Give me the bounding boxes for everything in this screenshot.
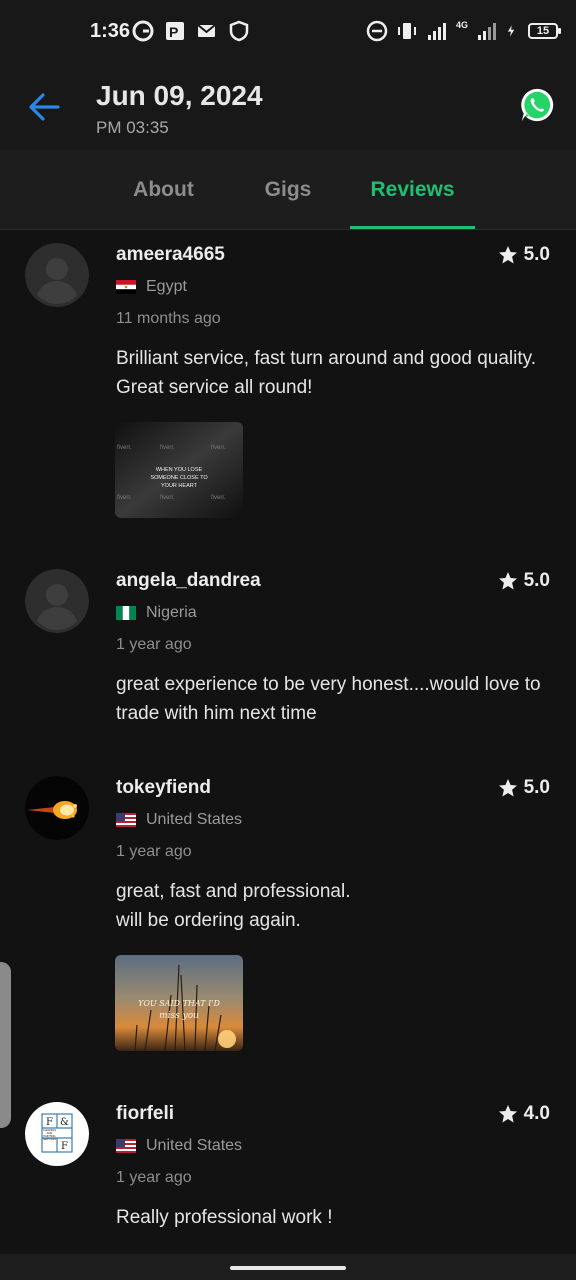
- tab-gigs[interactable]: Gigs: [226, 150, 350, 230]
- rating-value: 5.0: [523, 244, 550, 265]
- edge-panel-handle[interactable]: [0, 962, 11, 1128]
- status-system-icons: 4G 15: [366, 20, 561, 42]
- header-date: Jun 09, 2024: [96, 80, 263, 111]
- home-gesture-bar[interactable]: [230, 1266, 346, 1270]
- arrow-left-icon[interactable]: [24, 86, 66, 128]
- header-time: PM 03:35: [96, 118, 169, 137]
- review-username[interactable]: tokeyfiend: [116, 777, 211, 799]
- review-country: Egypt: [116, 278, 187, 296]
- review-rating: 5.0: [498, 777, 550, 799]
- review-comment: great, fast and professional. will be or…: [116, 877, 546, 935]
- review-username[interactable]: fiorfeli: [116, 1103, 174, 1125]
- review-time-ago: 1 year ago: [116, 1169, 192, 1186]
- logo-letter: &: [60, 1117, 69, 1128]
- logo-letter: F: [46, 1117, 53, 1128]
- review-attachment-image[interactable]: YOU SAID THAT I'D miss you: [115, 955, 243, 1051]
- watermark-text: fiverr.: [117, 445, 132, 451]
- review-country: Nigeria: [116, 604, 197, 622]
- watermark-text: fiverr.: [117, 495, 132, 501]
- review-time-ago: 1 year ago: [116, 843, 192, 860]
- signal-icon: [427, 23, 446, 40]
- vibrate-icon: [397, 23, 416, 39]
- usa-flag-icon: [116, 813, 136, 827]
- egypt-flag-icon: [116, 280, 136, 294]
- nigeria-flag-icon: [116, 606, 136, 620]
- review-country: United States: [116, 1137, 242, 1155]
- rating-value: 5.0: [523, 570, 550, 591]
- comment-line: will be ordering again.: [116, 910, 301, 931]
- avatar-logo[interactable]: F & F CLEANING AND PAINTING SERVICES: [25, 1102, 89, 1166]
- attachment-caption: YOUR HEART: [161, 483, 198, 489]
- watermark-text: fiverr.: [211, 495, 226, 501]
- review-username[interactable]: ameera4665: [116, 244, 225, 266]
- review-item: ameera4665 5.0 Egypt 11 months ago Brill…: [0, 230, 576, 556]
- tab-bar: About Gigs Reviews: [0, 150, 576, 230]
- watermark-text: fiverr.: [160, 445, 175, 451]
- review-rating: 4.0: [498, 1103, 550, 1125]
- reviews-list[interactable]: ameera4665 5.0 Egypt 11 months ago Brill…: [0, 230, 576, 1254]
- country-name: Egypt: [146, 278, 187, 295]
- attachment-caption: WHEN YOU LOSE: [156, 467, 203, 473]
- review-comment: great experience to be very honest....wo…: [116, 674, 541, 724]
- review-time-ago: 11 months ago: [116, 310, 221, 327]
- g-app-icon: [132, 20, 154, 42]
- battery-indicator: 15: [528, 23, 561, 39]
- avatar-fireball-icon[interactable]: [25, 776, 89, 840]
- attachment-caption: miss you: [159, 1011, 199, 1021]
- usa-flag-icon: [116, 1139, 136, 1153]
- star-icon: [498, 572, 517, 590]
- attachment-caption: YOU SAID THAT I'D: [138, 999, 220, 1008]
- signal-2-icon: [478, 23, 496, 40]
- rating-value: 4.0: [523, 1103, 550, 1124]
- review-username[interactable]: angela_dandrea: [116, 570, 261, 592]
- status-bar: 1:36 P 4G 15: [0, 0, 576, 62]
- cleaning-logo-icon: F & F CLEANING AND PAINTING SERVICES: [41, 1113, 73, 1153]
- header: Jun 09, 2024 PM 03:35: [0, 62, 576, 150]
- system-nav-bar: [0, 1254, 576, 1280]
- avatar-placeholder-icon[interactable]: [25, 569, 89, 633]
- country-name: Nigeria: [146, 604, 197, 621]
- review-rating: 5.0: [498, 244, 550, 266]
- star-icon: [498, 779, 517, 797]
- comment-line: great, fast and professional.: [116, 881, 351, 902]
- country-name: United States: [146, 811, 243, 828]
- star-icon: [498, 1105, 517, 1123]
- do-not-disturb-icon: [366, 20, 388, 42]
- tab-reviews[interactable]: Reviews: [350, 150, 475, 230]
- review-item: F & F CLEANING AND PAINTING SERVICES fio…: [0, 1089, 576, 1254]
- shield-icon: [229, 20, 249, 42]
- review-item: angela_dandrea 5.0 Nigeria 1 year ago gr…: [0, 556, 576, 763]
- watermark-text: fiverr.: [160, 495, 175, 501]
- rating-value: 5.0: [523, 777, 550, 798]
- active-tab-indicator: [350, 226, 475, 229]
- mail-icon: [197, 24, 216, 37]
- country-name: United States: [146, 1137, 243, 1154]
- review-attachment-image[interactable]: fiverr. fiverr. fiverr. WHEN YOU LOSE SO…: [115, 422, 243, 518]
- review-comment: Really professional work !: [116, 1207, 333, 1228]
- status-notification-icons: P: [132, 20, 250, 42]
- network-type-label: 4G: [455, 20, 468, 30]
- review-comment: Brilliant service, fast turn around and …: [116, 348, 536, 398]
- review-country: United States: [116, 811, 242, 829]
- parking-app-icon: P: [166, 22, 184, 40]
- star-icon: [498, 246, 517, 264]
- charging-icon: [507, 25, 515, 37]
- avatar-placeholder-icon[interactable]: [25, 243, 89, 307]
- tab-about[interactable]: About: [101, 150, 226, 230]
- review-rating: 5.0: [498, 570, 550, 592]
- logo-subtitle: SERVICES: [43, 1137, 56, 1141]
- attachment-caption: SOMEONE CLOSE TO: [150, 475, 208, 481]
- status-time: 1:36: [90, 20, 131, 42]
- watermark-text: fiverr.: [211, 445, 226, 451]
- logo-letter: F: [61, 1141, 68, 1152]
- review-item: tokeyfiend 5.0 United States 1 year ago …: [0, 763, 576, 1089]
- svg-text:P: P: [169, 24, 178, 40]
- review-time-ago: 1 year ago: [116, 636, 192, 653]
- battery-level: 15: [536, 25, 550, 37]
- whatsapp-icon[interactable]: [518, 86, 556, 124]
